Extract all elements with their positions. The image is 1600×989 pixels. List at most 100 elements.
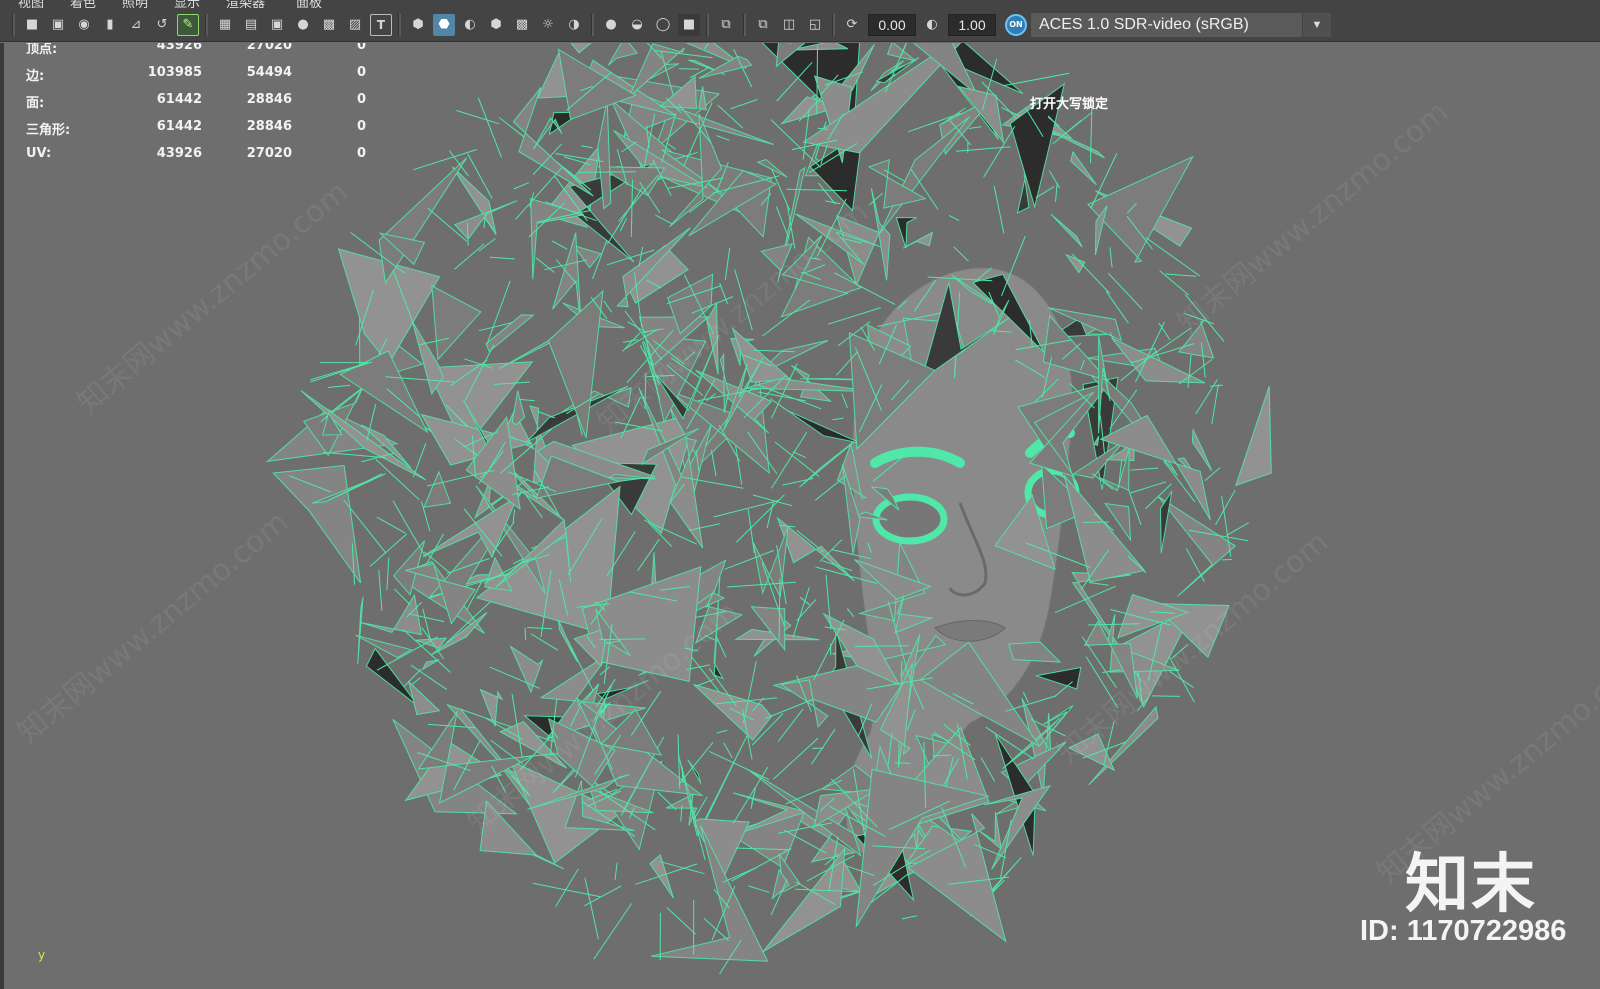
wire-edge (814, 475, 847, 501)
bookmark-camera-icon[interactable]: ◉ (73, 14, 95, 36)
wire-edge (980, 757, 996, 782)
wireframe-cube-icon[interactable]: ⬢ (407, 14, 429, 36)
menu-lighting[interactable]: 照明 (122, 0, 148, 8)
wire-edge (551, 240, 568, 250)
wire-edge (655, 214, 673, 225)
gate-mask-icon[interactable]: ● (292, 14, 314, 36)
wire-edge (577, 171, 636, 173)
wire-edge (1165, 273, 1197, 277)
grid-pivot-icon[interactable]: ⊿ (125, 14, 147, 36)
wire-edge (775, 206, 790, 240)
wire-edge (619, 217, 628, 232)
undo-view-icon[interactable]: ↺ (151, 14, 173, 36)
hair-card (979, 811, 1002, 851)
resolution-gate-icon[interactable]: ▣ (266, 14, 288, 36)
xray-icon[interactable]: ⧉ (752, 14, 774, 36)
wire-edge (527, 627, 553, 630)
hair-card (509, 645, 544, 694)
wire-edge (1128, 489, 1142, 525)
wire-edge (1109, 247, 1113, 268)
wire-edge (1088, 582, 1109, 586)
menu-show[interactable]: 显示 (174, 0, 200, 8)
motion-blur-icon[interactable]: ◒ (626, 14, 648, 36)
camera-attributes-icon[interactable]: ▣ (47, 14, 69, 36)
light-bulb-icon[interactable]: ☼ (537, 14, 559, 36)
panel-menu-bar: 视图 着色 照明 显示 渲染器 面板 (0, 0, 1600, 8)
menu-view[interactable]: 视图 (18, 0, 44, 8)
chevron-down-icon[interactable]: ▼ (1302, 12, 1331, 37)
hair-card (573, 628, 606, 668)
shade-wire-icon[interactable]: ◐ (459, 14, 481, 36)
field-chart-icon[interactable]: ▩ (318, 14, 340, 36)
hud-value: 0 (356, 92, 366, 107)
grid-icon[interactable]: ▦ (214, 14, 236, 36)
hair-card (1063, 474, 1146, 583)
hair-card (693, 683, 773, 741)
toolbar-divider (743, 13, 746, 36)
wire-edge (766, 500, 775, 529)
wire-edge (598, 638, 646, 641)
color-management-toggle[interactable]: ON (1005, 13, 1027, 36)
hud-label: UV: (26, 146, 52, 161)
hair-card (902, 231, 934, 249)
wire-edge (1130, 467, 1159, 471)
wire-edge (1055, 182, 1058, 203)
exposure-input[interactable]: 0.00 (868, 13, 916, 36)
hair-card (983, 784, 1052, 870)
film-gate-icon[interactable]: ▤ (240, 14, 262, 36)
safe-action-icon[interactable]: ▨ (344, 14, 366, 36)
menu-renderer[interactable]: 渲染器 (226, 0, 265, 8)
wire-edge (413, 149, 478, 171)
wire-edge (792, 587, 810, 638)
gamma-input[interactable]: 1.00 (948, 13, 996, 36)
hair-card (1191, 427, 1213, 472)
menu-shading[interactable]: 着色 (70, 0, 96, 8)
xray-components-icon[interactable]: ◱ (804, 14, 826, 36)
hair-card (607, 43, 639, 66)
wire-edge (678, 742, 714, 785)
pencil-icon[interactable]: ✎ (177, 13, 199, 36)
wire-edge (376, 516, 406, 534)
viewport-3d[interactable]: 知末网www.znzmo.com 知末网www.znzmo.com 知末网www… (0, 43, 1600, 989)
wire-edge (535, 257, 555, 273)
wire-edge (735, 445, 743, 485)
hud-value: 43926 (156, 43, 202, 53)
menu-panels[interactable]: 面板 (296, 0, 322, 8)
wire-edge (841, 393, 848, 409)
ambient-occlusion-icon[interactable]: ● (600, 14, 622, 36)
hud-value: 28846 (246, 119, 292, 134)
safe-title-icon[interactable]: T (370, 13, 392, 36)
wire-edge (724, 550, 774, 570)
wire-edge (722, 867, 757, 883)
hud-label: 面: (26, 96, 45, 111)
exposure-icon[interactable]: ⟳ (841, 14, 863, 36)
hair-card (421, 659, 440, 671)
textured-cube-icon[interactable]: ⬢ (485, 14, 507, 36)
wire-edge (1054, 585, 1116, 614)
isolate-select-icon[interactable]: ⧉ (715, 14, 737, 36)
view-transform-dropdown[interactable]: ACES 1.0 SDR-video (sRGB) ▼ (1031, 12, 1331, 37)
wire-edge (770, 432, 808, 489)
wire-edge (327, 384, 351, 388)
bookmark-icon[interactable]: ▮ (99, 14, 121, 36)
gamma-icon[interactable]: ◐ (921, 14, 943, 36)
wire-edge (799, 596, 811, 606)
wire-edge (747, 509, 755, 554)
wire-edge (948, 214, 960, 222)
wire-edge (1071, 253, 1111, 294)
wire-edge (772, 737, 819, 780)
wire-edge (810, 728, 836, 765)
hair-card (776, 516, 855, 582)
axis-y-label: y (38, 948, 46, 962)
smooth-shade-cube-icon[interactable]: ⬣ (433, 13, 455, 36)
hud-label: 顶点: (26, 43, 58, 57)
checker-icon[interactable]: ▩ (511, 14, 533, 36)
camera-icon[interactable]: ■ (21, 14, 43, 36)
hud-value: 54494 (246, 65, 292, 80)
hair-card (365, 647, 420, 708)
anti-alias-icon[interactable]: ◯ (652, 14, 674, 36)
depth-of-field-icon[interactable]: ■ (678, 13, 700, 36)
shadows-icon[interactable]: ◑ (563, 14, 585, 36)
caps-lock-message: 打开大写锁定 (1030, 97, 1109, 112)
xray-joints-icon[interactable]: ◫ (778, 14, 800, 36)
